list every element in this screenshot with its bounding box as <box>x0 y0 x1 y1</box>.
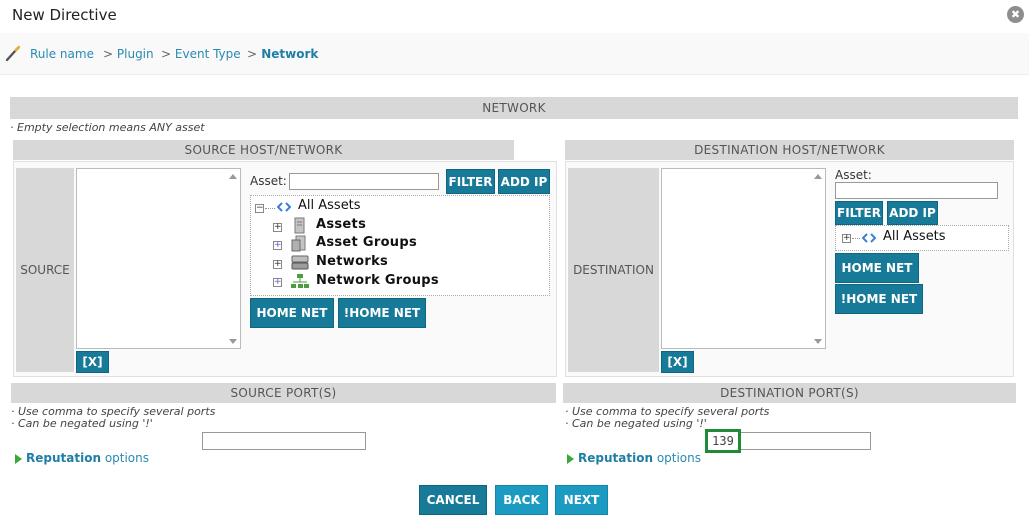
back-button[interactable]: BACK <box>495 485 548 515</box>
network-header: NETWORK <box>10 97 1018 119</box>
source-filter-button[interactable]: FILTER <box>446 169 495 194</box>
scroll-up-icon[interactable] <box>814 174 822 179</box>
scroll-down-icon[interactable] <box>814 339 822 344</box>
destination-reputation-options-link[interactable]: Reputation options <box>578 451 701 465</box>
source-home-net-button[interactable]: HOME NET <box>250 298 334 328</box>
destination-asset-tree: + All Assets <box>835 225 1009 251</box>
destination-selected-list[interactable] <box>661 168 826 349</box>
breadcrumb-separator: > <box>103 47 114 61</box>
destination-asset-label: Asset: <box>835 168 872 182</box>
breadcrumb-network-label: Network <box>261 47 319 61</box>
source-not-home-net-button[interactable]: !HOME NET <box>338 298 426 328</box>
expand-icon[interactable]: + <box>273 278 282 287</box>
expand-icon[interactable]: + <box>273 260 282 269</box>
destination-host-header: DESTINATION HOST/NETWORK <box>565 140 1014 160</box>
breadcrumb-separator: > <box>247 47 258 61</box>
destination-port-header: DESTINATION PORT(S) <box>563 383 1016 403</box>
server-group-icon <box>291 235 306 252</box>
destination-filter-button[interactable]: FILTER <box>835 201 883 225</box>
tree-root-all-assets[interactable]: All Assets <box>883 229 946 244</box>
breadcrumb-rule-name[interactable]: Rule name <box>30 47 94 61</box>
scroll-down-icon[interactable] <box>229 339 237 344</box>
reputation-label: Reputation <box>26 451 101 465</box>
all-assets-icon <box>277 202 291 212</box>
scroll-up-icon[interactable] <box>229 174 237 179</box>
server-icon <box>294 217 305 234</box>
breadcrumb-separator: > <box>161 47 172 61</box>
tree-item-assets[interactable]: Assets <box>316 217 366 232</box>
tree-item-networks[interactable]: Networks <box>316 254 388 269</box>
expand-icon[interactable]: + <box>273 241 282 250</box>
source-host-header: SOURCE HOST/NETWORK <box>13 140 514 160</box>
destination-side-label: DESTINATION <box>568 168 659 372</box>
all-assets-icon <box>862 233 876 243</box>
breadcrumb-network: > Network <box>247 47 318 61</box>
close-icon[interactable]: ✖ <box>1007 6 1024 23</box>
empty-selection-note: · Empty selection means ANY asset <box>10 121 205 134</box>
network-icon <box>291 255 309 270</box>
source-asset-input[interactable] <box>289 173 439 190</box>
options-label: options <box>656 451 702 465</box>
cancel-button[interactable]: CANCEL <box>419 485 487 515</box>
source-add-ip-button[interactable]: ADD IP <box>498 169 550 194</box>
source-clear-button[interactable]: [X] <box>76 351 109 373</box>
options-label: options <box>104 451 150 465</box>
source-reputation-options-link[interactable]: Reputation options <box>26 451 149 465</box>
expand-icon[interactable]: + <box>842 234 851 243</box>
breadcrumb-event-type[interactable]: > Event Type <box>161 47 241 61</box>
destination-not-home-net-button[interactable]: !HOME NET <box>835 284 923 314</box>
expand-icon[interactable]: + <box>273 223 282 232</box>
source-port-header: SOURCE PORT(S) <box>11 383 556 403</box>
breadcrumb-plugin-label: Plugin <box>116 47 154 61</box>
tree-root-all-assets[interactable]: All Assets <box>298 198 361 213</box>
magic-wand-icon <box>5 45 21 62</box>
next-button[interactable]: NEXT <box>555 485 608 515</box>
reputation-label: Reputation <box>578 451 653 465</box>
source-port-input[interactable] <box>202 432 366 450</box>
breadcrumb <box>0 33 1029 75</box>
breadcrumb-event-type-label: Event Type <box>174 47 241 61</box>
destination-port-value-highlight[interactable]: 139 <box>705 429 741 453</box>
destination-home-net-button[interactable]: HOME NET <box>835 253 919 283</box>
expand-arrow-icon[interactable] <box>15 454 22 464</box>
dialog-title: New Directive <box>12 6 117 24</box>
destination-port-value: 139 <box>712 434 734 448</box>
destination-asset-input[interactable] <box>835 182 998 199</box>
breadcrumb-plugin[interactable]: > Plugin <box>103 47 154 61</box>
tree-item-asset-groups[interactable]: Asset Groups <box>316 235 417 250</box>
destination-add-ip-button[interactable]: ADD IP <box>887 201 938 225</box>
source-side-label: SOURCE <box>16 168 74 372</box>
source-port-note-negate: · Can be negated using '!' <box>11 417 153 430</box>
destination-clear-button[interactable]: [X] <box>661 351 694 373</box>
collapse-icon[interactable]: − <box>255 204 264 213</box>
network-group-icon <box>291 274 309 288</box>
source-asset-tree: − All Assets + Assets + Asset Groups + N… <box>250 195 550 296</box>
source-selected-list[interactable] <box>76 168 241 349</box>
source-asset-label: Asset: <box>250 174 287 188</box>
expand-arrow-icon[interactable] <box>567 454 574 464</box>
tree-item-network-groups[interactable]: Network Groups <box>316 273 439 288</box>
destination-port-note-negate: · Can be negated using '!' <box>565 417 707 430</box>
